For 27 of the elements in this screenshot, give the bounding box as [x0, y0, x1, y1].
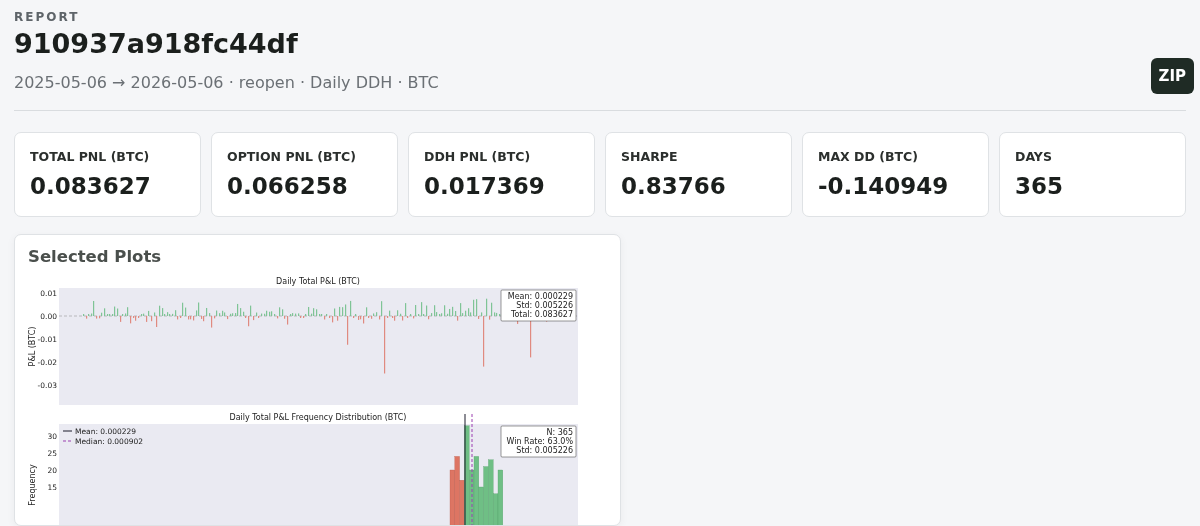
stats-text: Total: 0.083627 [510, 310, 573, 319]
stat-value: 0.83766 [621, 173, 727, 199]
stat-label: TOTAL PNL (BTC) [30, 149, 151, 164]
stat-value: 0.083627 [30, 173, 152, 199]
stat-value: 0.017369 [424, 173, 546, 199]
stats-text: Win Rate: 63.0% [506, 437, 573, 446]
stat-label: SHARPE [621, 149, 679, 164]
stats-text: Mean: 0.000229 [507, 292, 573, 301]
stat-value: 0.066258 [227, 173, 349, 199]
stats-text: Std: 0.005226 [516, 301, 573, 310]
stat-label: OPTION PNL (BTC) [227, 149, 357, 164]
stat-label: MAX DD (BTC) [818, 149, 919, 164]
chart-title: Daily Total P&L Frequency Distribution (BTC) [229, 413, 407, 422]
report-title: 910937a918fc44df [14, 28, 299, 59]
download-button[interactable]: ZIP [1150, 58, 1194, 94]
stat-label: DAYS [1015, 149, 1053, 164]
chart-title: Daily Total P&L (BTC) [276, 277, 360, 286]
stat-value: -0.140949 [818, 173, 950, 199]
report-subtitle: 2025-05-06 → 2026-05-06 · reopen · Daily DDH · BTC [14, 73, 439, 92]
axis-label: Frequency [28, 464, 37, 506]
panel-title: Selected Plots [28, 247, 163, 266]
axis-label: P&L (BTC) [28, 326, 37, 367]
stat-value: 365 [1015, 173, 1064, 199]
stat-label: DDH PNL (BTC) [424, 149, 532, 164]
eyebrow-label: REPORT [14, 10, 81, 24]
stats-text: Std: 0.005226 [516, 446, 573, 455]
stats-text: N: 365 [546, 428, 573, 437]
